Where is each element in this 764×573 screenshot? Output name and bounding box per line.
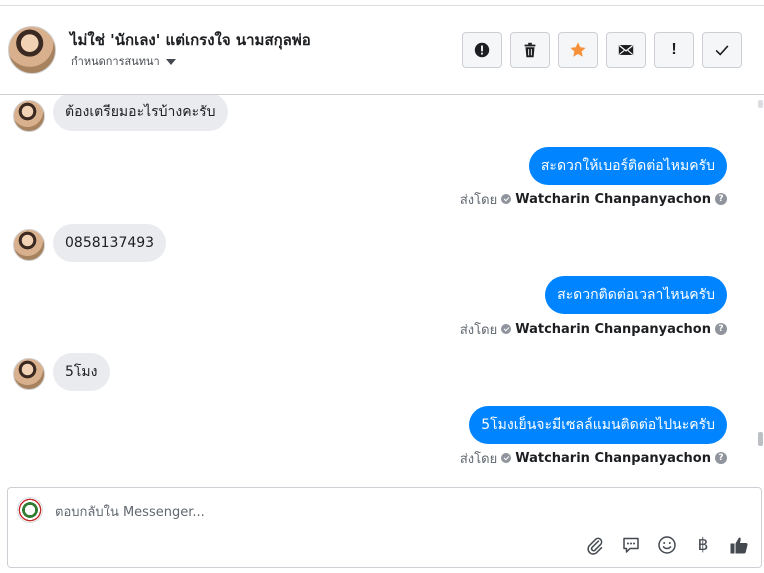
message-bubble-incoming[interactable]: 5โมง — [53, 353, 110, 391]
caret-down-icon — [165, 58, 176, 65]
message-bubble-incoming[interactable]: ต้องเตรียมอะไรบ้างคะรับ — [53, 95, 228, 131]
message-thread[interactable]: ต้องเตรียมอะไรบ้างคะรับ สะดวกให้เบอร์ติด… — [0, 95, 756, 480]
verified-check-icon — [501, 194, 512, 204]
reply-input[interactable] — [55, 501, 655, 523]
conversation-label-dropdown[interactable]: กำหนดการสนทนา — [71, 52, 176, 70]
messenger-conversation: ไม่ใช่ 'นักเลง' แต่เกรงใจ นามสกุลพ่อ กำห… — [0, 0, 764, 573]
star-icon — [570, 42, 586, 57]
like-button[interactable] — [728, 534, 750, 556]
composer-tools: ฿ — [584, 534, 750, 556]
scrollbar-top-marker — [758, 100, 763, 108]
emoji-button[interactable] — [656, 534, 678, 556]
reply-composer: ฿ — [7, 487, 762, 568]
help-icon[interactable]: ? — [715, 193, 727, 205]
verified-check-icon — [501, 324, 512, 334]
help-icon[interactable]: ? — [715, 323, 727, 335]
delete-button[interactable] — [510, 32, 550, 68]
contact-name[interactable]: ไม่ใช่ 'นักเลง' แต่เกรงใจ นามสกุลพ่อ — [70, 28, 311, 52]
follow-up-button[interactable]: ! — [654, 32, 694, 68]
sent-by-prefix: ส่งโดย — [459, 451, 498, 467]
page-avatar — [17, 497, 43, 523]
baht-icon: ฿ — [697, 535, 709, 555]
attach-button[interactable] — [584, 534, 606, 556]
verified-check-icon — [501, 453, 512, 463]
contact-avatar[interactable] — [8, 26, 56, 74]
paperclip-icon — [587, 537, 603, 555]
trash-icon — [524, 42, 536, 58]
exclamation-icon: ! — [671, 41, 677, 58]
scrollbar-track[interactable] — [757, 95, 764, 480]
alert-button[interactable] — [462, 32, 502, 68]
emoji-icon — [658, 536, 676, 554]
message-bubble-outgoing[interactable]: สะดวกติดต่อเวลาไหนครับ — [545, 276, 727, 314]
message-bubble-outgoing[interactable]: สะดวกให้เบอร์ติดต่อไหมครับ — [528, 147, 727, 185]
conversation-header: ไม่ใช่ 'นักเลง' แต่เกรงใจ นามสกุลพ่อ กำห… — [0, 6, 764, 95]
sent-by-line: ส่งโดย Watcharin Chanpanyachon ? — [459, 450, 727, 467]
thumbs-up-icon — [730, 537, 748, 554]
header-actions: ! — [462, 32, 742, 68]
email-button[interactable] — [606, 32, 646, 68]
help-icon[interactable]: ? — [715, 452, 727, 464]
contact-avatar-small — [13, 100, 45, 132]
sent-by-line: ส่งโดย Watcharin Chanpanyachon ? — [459, 191, 727, 208]
envelope-icon — [618, 45, 634, 55]
mark-done-button[interactable] — [702, 32, 742, 68]
saved-replies-button[interactable] — [620, 534, 642, 556]
contact-avatar-small — [13, 358, 45, 390]
star-button[interactable] — [558, 32, 598, 68]
message-bubble-outgoing[interactable]: 5โมงเย็นจะมีเซลล์แมนติดต่อไปนะครับ — [469, 406, 727, 444]
sender-name[interactable]: Watcharin Chanpanyachon — [515, 192, 711, 207]
sent-by-prefix: ส่งโดย — [459, 192, 498, 208]
sent-by-prefix: ส่งโดย — [459, 322, 498, 338]
sender-name[interactable]: Watcharin Chanpanyachon — [515, 322, 711, 337]
conversation-label-text: กำหนดการสนทนา — [71, 55, 160, 68]
payment-button[interactable]: ฿ — [692, 534, 714, 556]
contact-avatar-small — [13, 229, 45, 261]
sent-by-line: ส่งโดย Watcharin Chanpanyachon ? — [459, 321, 727, 338]
message-bubble-incoming[interactable]: 0858137493 — [53, 224, 167, 262]
sender-name[interactable]: Watcharin Chanpanyachon — [515, 451, 711, 466]
scrollbar-thumb[interactable] — [758, 432, 763, 446]
alert-icon — [474, 42, 490, 58]
checkmark-icon — [715, 45, 729, 56]
saved-reply-icon — [623, 537, 639, 553]
